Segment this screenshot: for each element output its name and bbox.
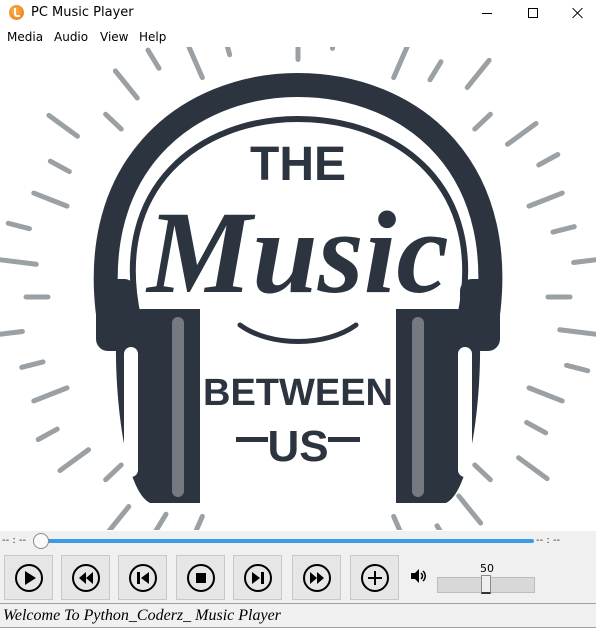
sunburst-ray [391,513,403,530]
sunburst-ray [571,257,596,266]
sunburst-ray [31,190,70,209]
sunburst-ray [504,121,539,147]
sunburst-ray [0,328,25,337]
sunburst-ray [0,257,39,267]
menu-media[interactable]: Media [7,30,43,44]
menu-help[interactable]: Help [139,30,166,44]
sunburst-ray [224,47,233,58]
previous-icon [128,563,157,592]
window-title: PC Music Player [31,5,134,20]
add-icon [360,563,389,592]
sunburst-ray [329,47,336,51]
playback-controls: 50 [0,551,596,603]
sunburst-ray [46,112,80,139]
sunburst-ray [516,455,550,482]
sunburst-ray [103,462,124,483]
seek-bar: -- : -- -- : -- [0,531,596,551]
sunburst-ray [145,47,162,71]
next-icon [243,563,272,592]
add-button[interactable] [350,555,399,600]
sunburst-ray [5,220,32,232]
artwork-us: US [267,422,328,471]
sunburst-ray [564,362,591,374]
maximize-button[interactable] [510,0,556,26]
sunburst-ray [536,152,561,168]
fast-forward-icon [302,563,331,592]
sunburst-ray [526,385,565,404]
flourish-icon [237,322,359,344]
volume-value: 50 [480,562,494,575]
rewind-button[interactable] [61,555,110,600]
remaining-time: -- : -- [536,535,561,546]
dash-left [236,437,268,442]
elapsed-time: -- : -- [2,535,27,546]
sunburst-ray [106,504,132,530]
seek-track[interactable] [33,539,534,543]
previous-button[interactable] [118,555,167,600]
sunburst-ray [391,47,410,81]
menu-bar: Media Audio View Help [0,27,596,47]
sunburst-ray [472,462,493,483]
app-icon [9,5,24,20]
sunburst-ray [434,523,443,530]
speaker-icon [411,569,426,583]
dash-right [328,437,360,442]
sunburst-ray [186,47,205,81]
sunburst-ray [550,224,577,235]
status-bar: Welcome To Python_Coderz_ Music Player [0,603,596,628]
sunburst-ray [57,447,92,473]
artwork-between: BETWEEN [203,372,393,414]
stop-icon [186,563,215,592]
play-button[interactable] [4,555,53,600]
status-text: Welcome To Python_Coderz_ Music Player [3,607,281,624]
title-bar: PC Music Player [0,0,596,26]
maximize-icon [528,8,538,18]
sunburst-ray [557,327,596,337]
sunburst-ray [472,111,493,132]
rewind-icon [71,563,100,592]
sunburst-ray [112,68,140,101]
minimize-button[interactable] [464,0,510,26]
sunburst-ray [35,426,60,442]
sunburst-ray [153,511,169,530]
sunburst-ray [456,493,484,526]
stop-button[interactable] [176,555,225,600]
sunburst-ray [193,513,205,530]
fast-forward-button[interactable] [292,555,341,600]
menu-view[interactable]: View [100,30,128,44]
sunburst-ray [47,158,72,175]
sunburst-ray [31,385,70,404]
close-button[interactable] [555,0,596,26]
volume-handle[interactable] [481,575,491,594]
sunburst-ray [19,359,46,370]
headphones-artwork: THE Music BETWEEN US [0,47,596,530]
menu-audio[interactable]: Audio [54,30,88,44]
play-icon [14,563,43,592]
minimize-icon [482,12,492,14]
close-icon [572,7,584,19]
seek-handle[interactable] [33,533,49,549]
artwork-the: THE [250,138,346,191]
sunburst-ray [464,57,492,90]
artwork-music: Music [145,187,449,318]
next-button[interactable] [233,555,282,600]
sunburst-ray [524,419,549,436]
sunburst-ray [103,111,124,132]
album-artwork: THE Music BETWEEN US [0,47,596,530]
sunburst-ray [526,190,565,209]
sunburst-ray [427,59,444,83]
